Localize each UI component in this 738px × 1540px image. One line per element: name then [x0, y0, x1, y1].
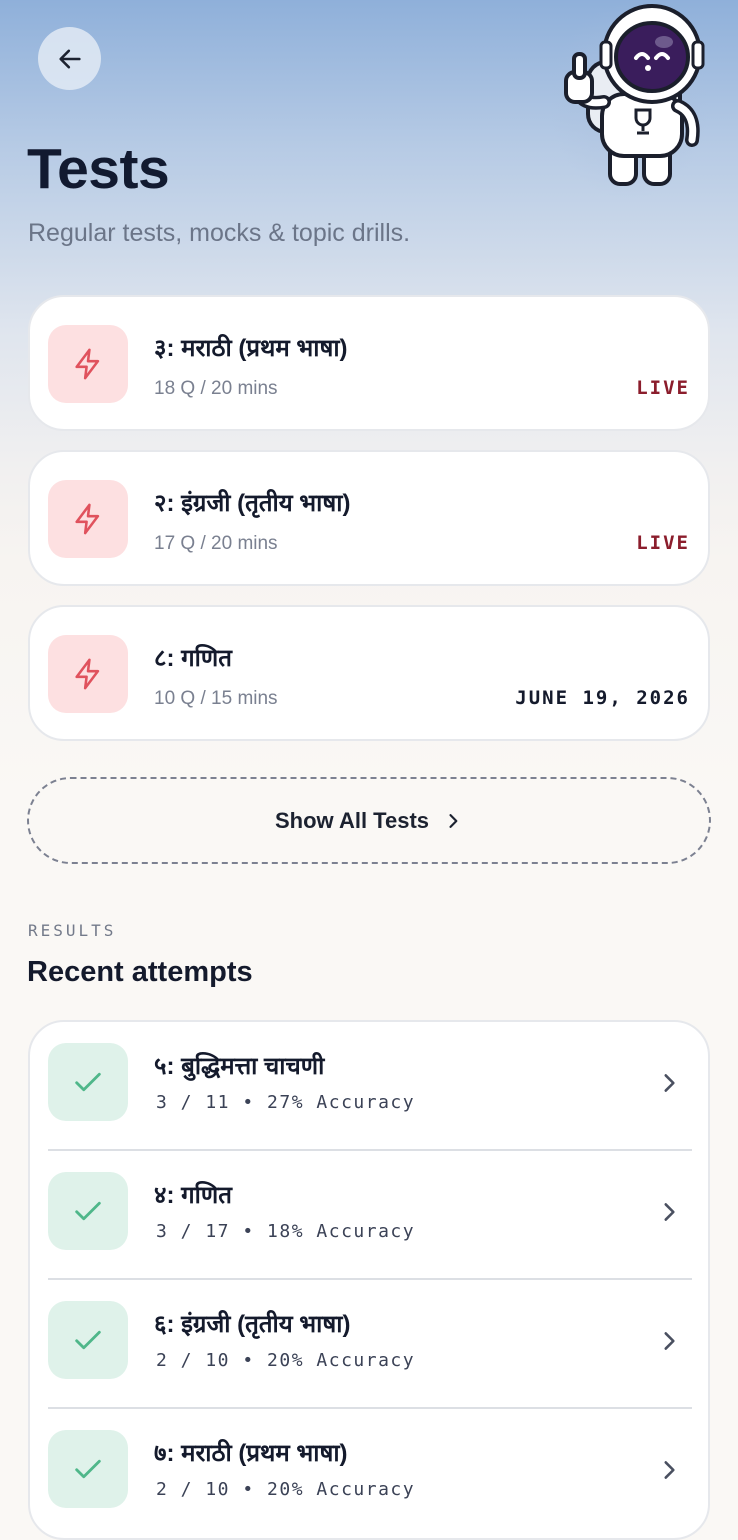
test-card[interactable]: ८: गणित 10 Q / 15 mins JUNE 19, 2026	[28, 605, 710, 741]
astronaut-thumbs-up-icon	[564, 4, 705, 186]
section-label: RESULTS	[28, 921, 117, 940]
check-icon	[75, 1459, 101, 1479]
section-title: Recent attempts	[27, 956, 253, 988]
astronaut-mascot	[548, 2, 710, 200]
show-all-tests-button[interactable]: Show All Tests	[27, 777, 711, 864]
chevron-right-icon	[449, 813, 458, 828]
test-icon-box	[48, 480, 128, 558]
status-badge: LIVE	[636, 532, 690, 554]
lightning-bolt-icon	[75, 503, 100, 535]
chevron-right-icon	[664, 1332, 675, 1350]
test-title: ८: गणित	[154, 645, 232, 672]
attempt-score: 2 / 10 • 20% Accuracy	[156, 1479, 416, 1500]
test-card[interactable]: ३: मराठी (प्रथम भाषा) 18 Q / 20 mins LIV…	[28, 295, 710, 431]
result-icon-box	[48, 1301, 128, 1379]
attempt-title: ६: इंग्रजी (तृतीय भाषा)	[154, 1311, 351, 1338]
attempt-score: 3 / 11 • 27% Accuracy	[156, 1092, 416, 1113]
attempt-title: ५: बुद्धिमत्ता चाचणी	[154, 1053, 325, 1080]
arrow-left-icon	[58, 49, 81, 68]
show-all-tests-label: Show All Tests	[274, 807, 430, 833]
result-icon-box	[48, 1043, 128, 1121]
chevron-right-icon	[664, 1074, 675, 1092]
attempt-title: ७: मराठी (प्रथम भाषा)	[154, 1440, 348, 1467]
attempt-row[interactable]: ७: मराठी (प्रथम भाषा) 2 / 10 • 20% Accur…	[30, 1409, 710, 1538]
result-icon-box	[48, 1430, 128, 1508]
attempt-score: 3 / 17 • 18% Accuracy	[156, 1221, 416, 1242]
attempt-title: ४: गणित	[154, 1182, 232, 1209]
check-icon	[75, 1201, 101, 1221]
check-icon	[75, 1330, 101, 1350]
lightning-bolt-icon	[75, 658, 100, 690]
test-icon-box	[48, 635, 128, 713]
attempt-score: 2 / 10 • 20% Accuracy	[156, 1350, 416, 1371]
test-card[interactable]: २: इंग्रजी (तृतीय भाषा) 17 Q / 20 mins L…	[28, 450, 710, 586]
test-meta: 10 Q / 15 mins	[154, 688, 278, 709]
chevron-right-icon	[664, 1461, 675, 1479]
recent-attempts-list: ५: बुद्धिमत्ता चाचणी 3 / 11 • 27% Accura…	[28, 1020, 710, 1540]
test-title: ३: मराठी (प्रथम भाषा)	[154, 335, 348, 362]
test-icon-box	[48, 325, 128, 403]
lightning-bolt-icon	[75, 348, 100, 380]
attempt-row[interactable]: ५: बुद्धिमत्ता चाचणी 3 / 11 • 27% Accura…	[30, 1022, 710, 1151]
attempt-row[interactable]: ४: गणित 3 / 17 • 18% Accuracy	[30, 1151, 710, 1280]
test-title: २: इंग्रजी (तृतीय भाषा)	[154, 490, 351, 517]
test-meta: 17 Q / 20 mins	[154, 533, 278, 554]
back-button[interactable]	[38, 27, 101, 90]
scheduled-date: JUNE 19, 2026	[515, 687, 690, 709]
result-icon-box	[48, 1172, 128, 1250]
status-badge: LIVE	[636, 377, 690, 399]
page-subtitle: Regular tests, mocks & topic drills.	[28, 219, 411, 247]
check-icon	[75, 1072, 101, 1092]
chevron-right-icon	[664, 1203, 675, 1221]
test-meta: 18 Q / 20 mins	[154, 378, 278, 399]
page-title: Tests	[27, 137, 170, 201]
attempt-row[interactable]: ६: इंग्रजी (तृतीय भाषा) 2 / 10 • 20% Acc…	[30, 1280, 710, 1409]
